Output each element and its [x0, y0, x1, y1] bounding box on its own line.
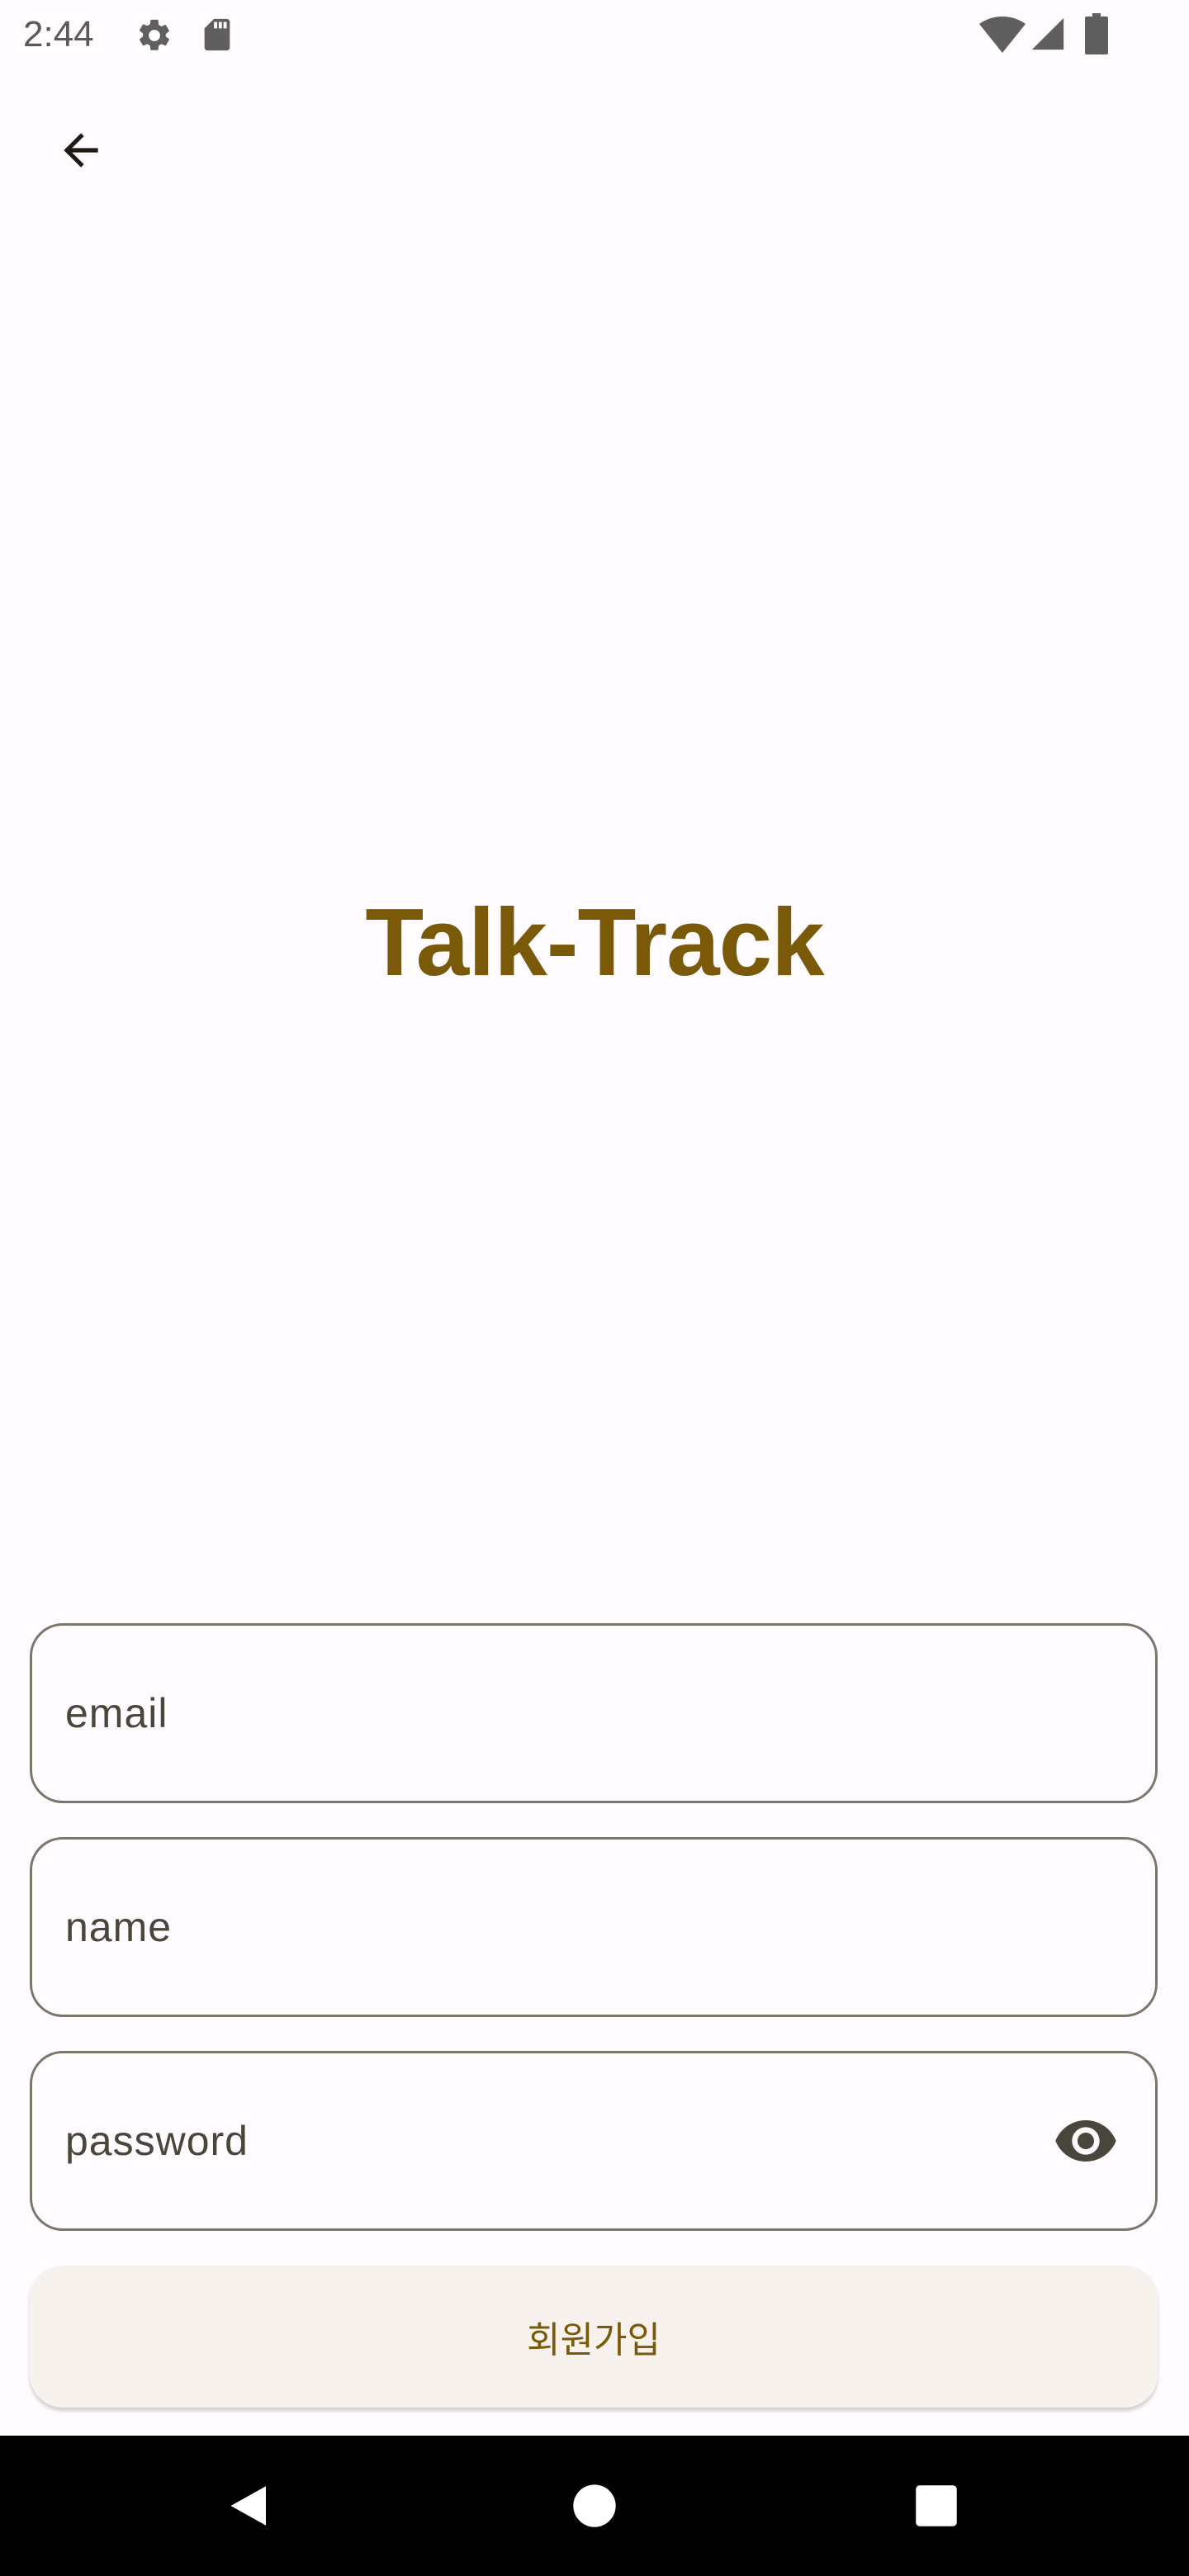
status-time: 2:44 — [23, 14, 94, 54]
nav-back-button[interactable] — [192, 2436, 307, 2576]
email-input[interactable] — [65, 1689, 1015, 1737]
wifi-icon — [979, 17, 1026, 53]
password-field[interactable] — [30, 2051, 1158, 2231]
app-title: Talk-Track — [365, 888, 824, 996]
email-field[interactable] — [30, 1623, 1158, 1803]
sd-card-icon — [204, 18, 230, 51]
signup-button[interactable]: 회원가입 — [30, 2266, 1158, 2408]
battery-icon — [1085, 13, 1108, 54]
signal-icon — [1031, 17, 1064, 50]
nav-recents-button[interactable] — [879, 2436, 994, 2576]
password-input[interactable] — [65, 2117, 1015, 2165]
status-bar: 2:44 — [0, 0, 1189, 69]
system-nav-bar — [0, 2436, 1189, 2576]
arrow-back-icon — [64, 133, 98, 168]
password-visibility-toggle[interactable] — [1045, 2100, 1127, 2182]
back-button[interactable] — [40, 109, 122, 192]
home-circle-icon — [573, 2484, 616, 2527]
nav-home-button[interactable] — [537, 2436, 652, 2576]
eye-icon — [1055, 2120, 1116, 2162]
name-input[interactable] — [65, 1903, 1015, 1951]
gear-icon — [140, 19, 169, 50]
name-field[interactable] — [30, 1837, 1158, 2017]
back-triangle-icon — [230, 2486, 266, 2526]
recents-square-icon — [916, 2485, 957, 2526]
signup-button-label: 회원가입 — [527, 2319, 661, 2361]
